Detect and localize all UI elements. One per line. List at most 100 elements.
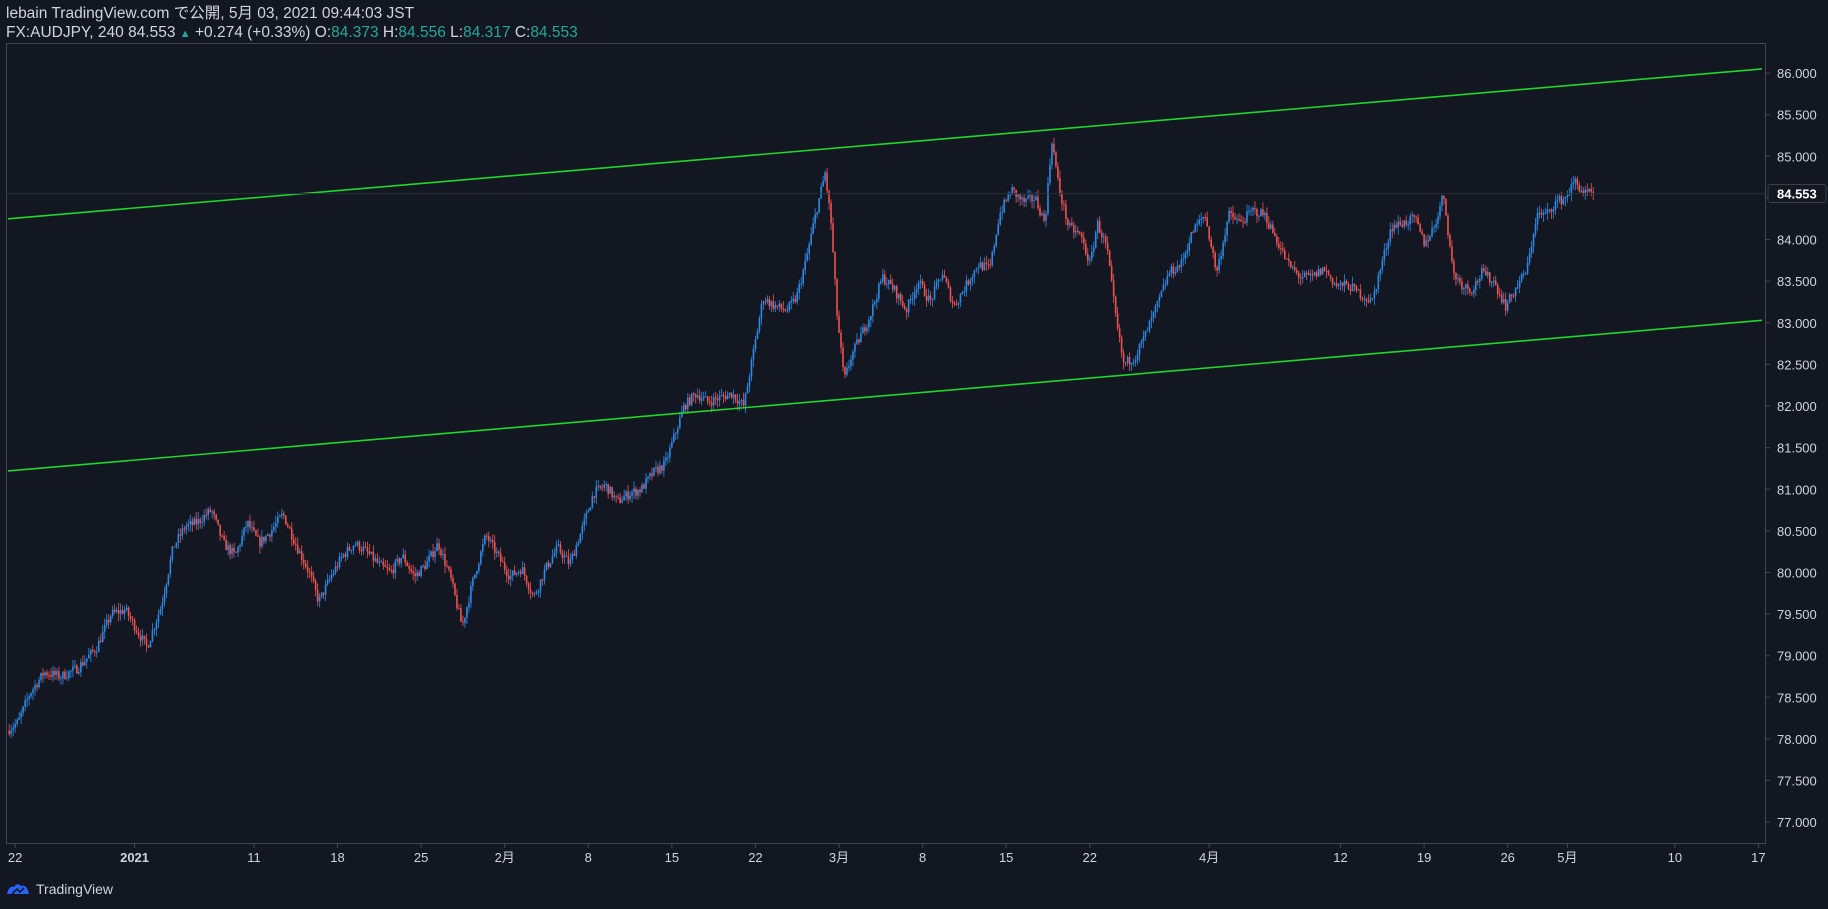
- candle-body: [487, 535, 490, 541]
- candle-body: [878, 283, 880, 300]
- candle-body: [728, 392, 731, 395]
- candle-body: [597, 485, 600, 487]
- candle-body: [1417, 217, 1419, 225]
- candle-body: [595, 486, 598, 498]
- candle-body: [955, 304, 958, 306]
- candle-body: [1313, 272, 1316, 276]
- candle-body: [235, 551, 237, 553]
- candle-body: [1544, 212, 1547, 214]
- x-tick-label: 17: [1751, 850, 1765, 865]
- candle-body: [384, 565, 387, 567]
- candle-body: [891, 284, 894, 290]
- candle-body: [1178, 265, 1181, 268]
- candle-body: [464, 617, 466, 623]
- candle-body: [1244, 222, 1246, 224]
- candle-body: [1094, 232, 1097, 248]
- candle-body: [933, 286, 936, 300]
- candle-body: [1425, 240, 1427, 246]
- candle-body: [895, 286, 898, 299]
- x-tick-label: 19: [1417, 850, 1431, 865]
- last-price-label: 84.553: [1777, 187, 1817, 202]
- candle-body: [1552, 209, 1555, 212]
- candle-body: [523, 567, 526, 576]
- x-tick-label: 5月: [1557, 850, 1577, 865]
- candle-body: [1359, 289, 1362, 299]
- candle-body: [1266, 213, 1268, 224]
- candle-body: [400, 558, 403, 564]
- candle-body: [177, 534, 180, 543]
- candle-body: [543, 569, 546, 581]
- y-tick-label: 84.000: [1777, 233, 1817, 248]
- candle-body: [1090, 251, 1093, 260]
- candle-body: [93, 651, 96, 653]
- candle-body: [1071, 223, 1073, 226]
- candle-body: [1200, 218, 1203, 220]
- candle-body: [82, 662, 84, 666]
- candle-body: [712, 397, 715, 406]
- candle-body: [1357, 289, 1360, 291]
- footer-brand[interactable]: TradingView: [6, 881, 113, 897]
- candle-body: [157, 614, 160, 623]
- candle-body: [583, 518, 586, 526]
- candle-body: [1520, 274, 1523, 282]
- candle-body: [738, 401, 741, 404]
- candle-body: [340, 556, 343, 558]
- candle-body: [223, 536, 225, 540]
- candle-body: [1496, 284, 1499, 295]
- candle-body: [1514, 287, 1517, 297]
- candle-body: [1218, 259, 1220, 271]
- candle-body: [868, 319, 870, 328]
- candle-body: [1439, 205, 1441, 217]
- candle-body: [1558, 196, 1561, 200]
- candle-body: [378, 561, 381, 563]
- candle-body: [38, 679, 40, 688]
- candle-body: [470, 586, 472, 604]
- candle-body: [458, 608, 460, 610]
- candle-body: [593, 496, 596, 498]
- candle-body: [1035, 196, 1037, 201]
- candle-body: [430, 551, 432, 557]
- candle-body: [34, 685, 36, 690]
- candle-body: [392, 570, 395, 574]
- candle-body: [1469, 288, 1471, 293]
- candle-body: [402, 554, 405, 559]
- candle-body: [1116, 313, 1119, 329]
- candle-body: [436, 543, 438, 552]
- candle-body: [229, 545, 231, 555]
- candle-body: [1453, 261, 1455, 274]
- candle-body: [1210, 239, 1212, 247]
- candle-body: [828, 190, 830, 204]
- candle-body: [1482, 268, 1485, 271]
- candle-body: [1297, 272, 1300, 278]
- x-tick-label: 2021: [120, 850, 149, 865]
- y-tick-label: 83.000: [1777, 316, 1817, 331]
- candle-body: [344, 554, 347, 557]
- candle-body: [1186, 250, 1189, 254]
- candle-body: [283, 513, 285, 516]
- candle-body: [155, 622, 158, 630]
- candle-body: [181, 528, 184, 536]
- candle-body: [571, 553, 574, 560]
- candle-body: [390, 569, 393, 571]
- candle-body: [732, 394, 735, 398]
- candle-body: [1081, 233, 1083, 238]
- candle-body: [977, 267, 980, 270]
- y-tick-label: 81.500: [1777, 441, 1817, 456]
- candle-body: [834, 252, 836, 280]
- candle-body: [1033, 200, 1035, 202]
- candle-body: [40, 672, 42, 680]
- candle-body: [1051, 143, 1053, 165]
- candle-body: [734, 394, 737, 401]
- candle-body: [746, 386, 749, 394]
- candle-body: [1548, 209, 1551, 211]
- candle-body: [1556, 199, 1559, 202]
- price-chart[interactable]: 77.000 77.500 78.000 78.500 79.000 79.500 80.0…: [0, 0, 1828, 909]
- candle-body: [1353, 283, 1356, 286]
- candle-body: [203, 514, 206, 523]
- candle-body: [42, 672, 44, 676]
- candle-body: [1280, 248, 1282, 250]
- candle-body: [884, 274, 886, 285]
- y-tick-label: 82.000: [1777, 399, 1817, 414]
- candle-body: [991, 251, 994, 266]
- candle-body: [1276, 236, 1278, 244]
